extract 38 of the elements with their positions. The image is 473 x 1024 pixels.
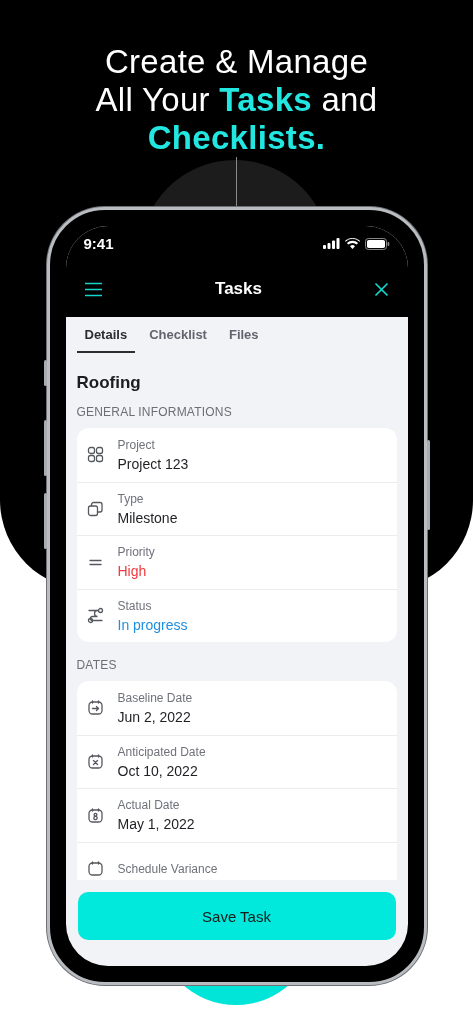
calendar-icon (86, 860, 104, 878)
tab[interactable]: Details (76, 317, 136, 353)
tab[interactable]: Checklist (141, 317, 215, 353)
copy-icon (86, 500, 104, 518)
field-label: Priority (117, 545, 155, 560)
field-label: Baseline Date (117, 690, 193, 705)
field-label: Project (117, 437, 156, 452)
field-value: Jun 2, 2022 (117, 708, 192, 725)
screen-title: Tasks (215, 279, 262, 299)
close-icon[interactable] (374, 281, 390, 297)
wifi-icon (344, 238, 360, 249)
field-value: High (117, 563, 148, 580)
route-icon (86, 607, 104, 625)
field-label: Type (117, 491, 145, 506)
battery-icon (364, 237, 390, 250)
grid-icon (86, 446, 104, 464)
save-button[interactable]: Save Task (77, 892, 396, 940)
field-label: Anticipated Date (117, 744, 206, 759)
section-heading: DATES (76, 658, 118, 672)
field-value: Oct 10, 2022 (117, 762, 199, 779)
field-value: Project 123 (117, 455, 189, 472)
field-value: In progress (117, 616, 188, 633)
field-label: Actual Date (117, 798, 181, 813)
field-label: Status (117, 598, 153, 613)
signal-icon (322, 238, 340, 249)
tab[interactable]: Files (220, 317, 267, 353)
headline-text: All Your Tasks and (95, 81, 378, 119)
field-label: Schedule Variance (117, 861, 218, 876)
headline-text: Create & Manage (104, 43, 369, 81)
status-time: 9:41 (83, 235, 114, 252)
calendar-x-icon (86, 753, 104, 771)
section-heading: GENERAL INFORMATIONS (76, 405, 233, 419)
field-value: May 1, 2022 (117, 816, 195, 833)
task-title: Roofing (76, 373, 142, 393)
field-value: Milestone (117, 509, 178, 526)
calendar-icon (86, 806, 104, 824)
headline-text: Checklists. (147, 119, 326, 157)
menu-icon[interactable] (83, 281, 103, 297)
